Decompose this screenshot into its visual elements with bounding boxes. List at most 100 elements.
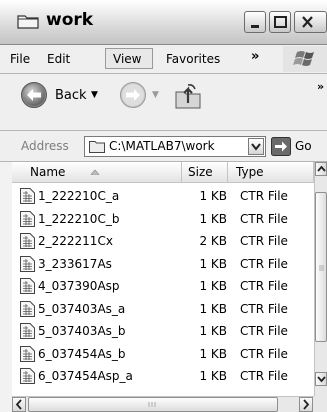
horizontal-scrollbar[interactable] xyxy=(12,396,314,412)
folder-icon xyxy=(17,15,39,29)
file-icon xyxy=(20,345,35,362)
explorer-window: work File Edit View Favorites » Back ▼ ▼… xyxy=(0,0,327,412)
chevron-left-icon xyxy=(15,399,22,410)
title-bar[interactable]: work xyxy=(0,0,327,45)
file-icon xyxy=(20,323,35,339)
grip-icon xyxy=(319,265,324,271)
chevron-down-icon xyxy=(317,376,326,383)
menu-favorites[interactable]: Favorites xyxy=(166,52,220,66)
folder-up-icon[interactable] xyxy=(173,81,203,111)
file-size: 1 KB xyxy=(199,346,227,361)
file-name: 1_222210C_b xyxy=(38,211,120,226)
back-arrow-icon[interactable] xyxy=(20,81,48,109)
back-button-label[interactable]: Back xyxy=(55,88,87,103)
file-row[interactable]: 4_037390Asp 1 KB CTR File xyxy=(12,276,314,298)
chevron-down-icon xyxy=(251,143,261,151)
forward-dropdown-arrow-icon[interactable]: ▼ xyxy=(152,90,159,100)
file-row[interactable]: 5_037403As_a 1 KB CTR File xyxy=(12,299,314,321)
chevron-right-icon xyxy=(303,399,310,410)
file-type: CTR File xyxy=(240,279,288,293)
go-arrow-icon[interactable] xyxy=(271,137,291,156)
file-size: 1 KB xyxy=(199,256,227,271)
column-header-name-label: Name xyxy=(30,165,66,179)
file-type: CTR File xyxy=(240,301,288,316)
address-input[interactable]: C:\MATLAB7\work xyxy=(84,136,266,157)
file-type: CTR File xyxy=(240,346,288,361)
file-icon xyxy=(20,255,35,272)
windows-logo-icon xyxy=(283,46,327,72)
toolbar-overflow-chevron[interactable]: » xyxy=(317,80,324,93)
file-type: CTR File xyxy=(240,369,288,383)
minimize-icon xyxy=(251,25,259,28)
file-name: 5_037403As_a xyxy=(38,301,126,316)
file-size: 1 KB xyxy=(199,324,227,338)
file-type: CTR File xyxy=(240,234,288,248)
file-name: 2_222211Cx xyxy=(38,234,113,248)
file-name: 6_037454As_b xyxy=(38,346,126,361)
column-header-size-label: Size xyxy=(188,165,213,179)
file-row[interactable]: 3_233617As 1 KB CTR File xyxy=(12,254,314,276)
file-type: CTR File xyxy=(240,324,288,338)
back-dropdown-arrow-icon[interactable]: ▼ xyxy=(91,90,98,100)
window-title: work xyxy=(46,10,94,30)
forward-arrow-icon[interactable] xyxy=(119,81,147,109)
file-icon xyxy=(20,233,35,249)
file-size: 1 KB xyxy=(199,279,227,293)
file-row[interactable]: 5_037403As_b 1 KB CTR File xyxy=(12,321,314,343)
file-size: 1 KB xyxy=(199,189,227,203)
file-size: 1 KB xyxy=(199,301,227,316)
minimize-button[interactable] xyxy=(244,11,266,33)
file-row[interactable]: 6_037454Asp_a 1 KB CTR File xyxy=(12,366,314,388)
address-label: Address xyxy=(21,139,69,153)
grip-icon xyxy=(148,402,156,407)
scroll-down-button[interactable] xyxy=(315,372,327,386)
file-row[interactable]: 2_222211Cx 2 KB CTR File xyxy=(12,231,314,253)
toolbar xyxy=(0,74,327,131)
address-dropdown-button[interactable] xyxy=(248,138,264,155)
menu-view[interactable]: View xyxy=(113,52,141,66)
file-size: 2 KB xyxy=(199,234,227,248)
vertical-scroll-thumb[interactable] xyxy=(315,192,327,342)
left-frame xyxy=(0,162,12,412)
file-name: 1_222210C_a xyxy=(38,189,120,203)
file-size: 1 KB xyxy=(199,211,227,226)
file-row[interactable]: 1_222210C_b 1 KB CTR File xyxy=(12,209,314,231)
folder-icon xyxy=(89,141,105,153)
chevron-up-icon xyxy=(317,165,326,172)
go-button-label[interactable]: Go xyxy=(295,139,312,153)
file-icon xyxy=(20,210,35,227)
sort-ascending-icon xyxy=(90,169,100,175)
file-name: 5_037403As_b xyxy=(38,324,126,338)
file-type: CTR File xyxy=(240,189,288,203)
file-row[interactable]: 1_222210C_a 1 KB CTR File xyxy=(12,186,314,208)
file-type: CTR File xyxy=(240,256,288,271)
close-icon xyxy=(302,16,313,28)
address-value: C:\MATLAB7\work xyxy=(109,139,215,153)
file-icon xyxy=(20,278,35,294)
file-icon xyxy=(20,368,35,384)
file-row[interactable]: 6_037454As_b 1 KB CTR File xyxy=(12,344,314,366)
menu-file[interactable]: File xyxy=(10,52,30,66)
scrollbar-corner xyxy=(314,396,327,412)
scroll-left-button[interactable] xyxy=(12,397,26,412)
file-type: CTR File xyxy=(240,211,288,226)
column-header-type-label: Type xyxy=(236,165,264,179)
column-header-size[interactable]: Size xyxy=(182,162,228,183)
horizontal-scroll-thumb[interactable] xyxy=(28,397,278,412)
menu-overflow-chevron[interactable]: » xyxy=(251,49,259,64)
file-icon xyxy=(20,300,35,317)
vertical-scrollbar[interactable] xyxy=(314,162,327,396)
file-name: 6_037454Asp_a xyxy=(38,369,133,383)
file-name: 3_233617As xyxy=(38,256,112,271)
maximize-button[interactable] xyxy=(269,11,291,33)
scroll-right-button[interactable] xyxy=(299,397,313,412)
column-header-name[interactable]: Name xyxy=(12,162,182,183)
close-button[interactable] xyxy=(294,11,327,33)
menu-bar: File Edit View Favorites » xyxy=(0,45,327,74)
file-icon xyxy=(20,188,35,204)
file-name: 4_037390Asp xyxy=(38,279,120,293)
scroll-up-button[interactable] xyxy=(315,162,327,176)
column-header-type[interactable]: Type xyxy=(228,162,314,183)
maximize-icon xyxy=(274,16,287,28)
menu-edit[interactable]: Edit xyxy=(47,52,70,66)
